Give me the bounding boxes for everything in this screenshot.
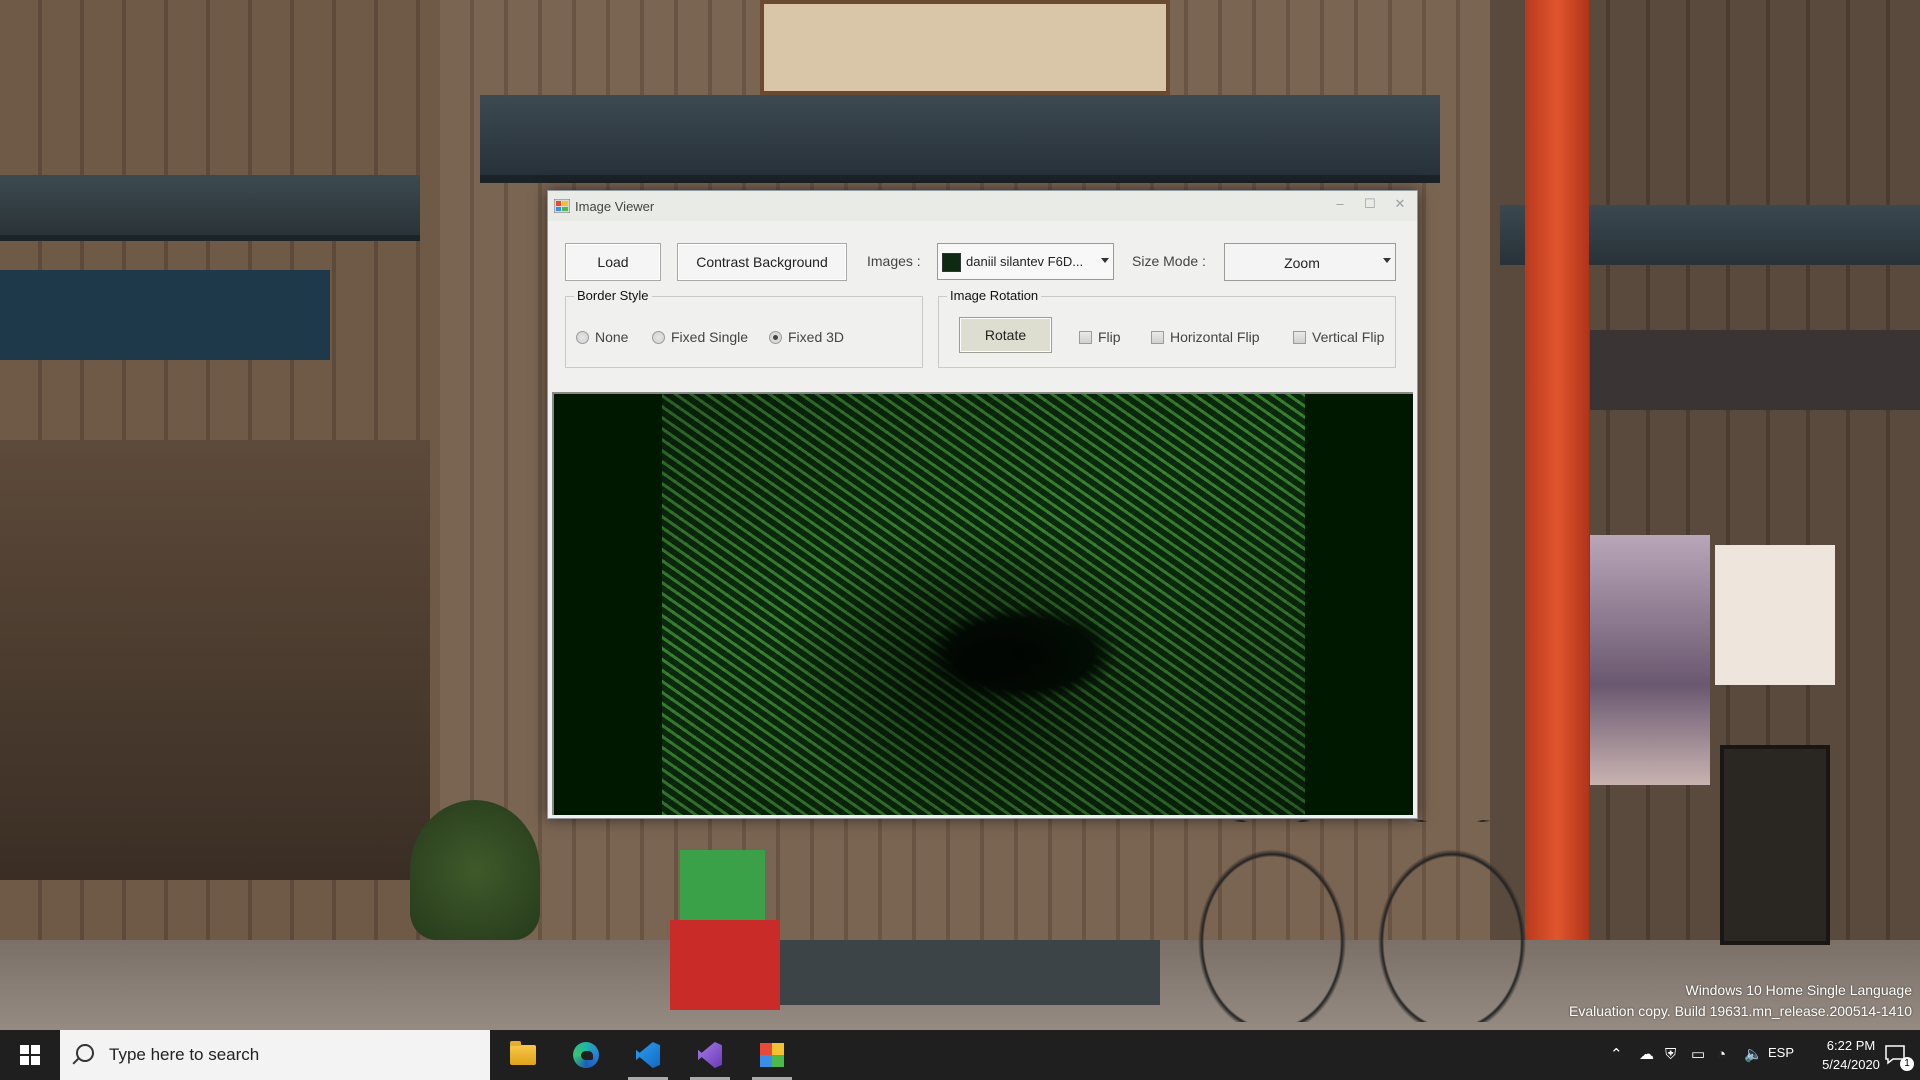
checkbox-flip-label: Flip [1098, 329, 1121, 345]
watermark-edition: Windows 10 Home Single Language [1685, 982, 1912, 998]
radio-circle-icon[interactable] [652, 330, 665, 344]
wallpaper-awning-right [1590, 330, 1920, 410]
minimize-button[interactable]: – [1325, 193, 1355, 215]
image-viewer-icon [760, 1043, 784, 1067]
image-rotation-title: Image Rotation [947, 288, 1042, 303]
visual-studio-icon [698, 1042, 722, 1068]
close-button[interactable]: ✕ [1385, 193, 1415, 215]
clock-date: 5/24/2020 [1822, 1057, 1880, 1072]
wifi-icon[interactable]: ◔ [1717, 1046, 1726, 1064]
edge-icon [573, 1042, 599, 1068]
windows-logo-icon [20, 1045, 40, 1065]
wallpaper-lantern [1720, 745, 1830, 945]
taskbar: Type here to search ⌃ ☁ ⛨ ▭ ◔ 🔈 ESP 6:22… [0, 1030, 1920, 1080]
checkbox-vertical-flip-label: Vertical Flip [1312, 329, 1385, 345]
radio-fixed-single-label: Fixed Single [671, 329, 749, 345]
battery-icon[interactable]: ▭ [1691, 1046, 1705, 1064]
image-viewer-window: Image Viewer – ☐ ✕ Load Contrast Backgro… [547, 190, 1418, 819]
wallpaper-plant [410, 800, 540, 940]
radio-circle-icon[interactable] [576, 330, 589, 344]
wallpaper-green-crate [680, 850, 765, 920]
load-button[interactable]: Load [565, 243, 661, 281]
wallpaper-red-crate [670, 920, 780, 1010]
rotate-button[interactable]: Rotate [959, 317, 1052, 353]
radio-none[interactable]: None [576, 329, 628, 345]
images-label: Images : [867, 253, 921, 269]
taskbar-edge[interactable] [562, 1030, 610, 1080]
checkbox-flip[interactable]: Flip [1079, 329, 1121, 345]
images-dropdown[interactable]: daniil silantev F6D... [937, 243, 1114, 280]
chevron-up-icon[interactable]: ⌃ [1610, 1046, 1623, 1064]
border-style-group: Border Style None Fixed Single Fixed 3D [565, 288, 923, 368]
wallpaper-paper-sign [1715, 545, 1835, 685]
clock[interactable]: 6:22 PM 5/24/2020 [1811, 1036, 1891, 1074]
wallpaper-doormat [780, 940, 1160, 1005]
file-explorer-icon [510, 1041, 536, 1065]
title-bar[interactable]: Image Viewer – ☐ ✕ [548, 191, 1417, 221]
size-mode-value: Zoom [1284, 255, 1320, 271]
wallpaper-noren-curtain [0, 270, 330, 360]
radio-fixed-3d-label: Fixed 3D [788, 329, 845, 345]
wallpaper-signboard [760, 0, 1170, 95]
start-button[interactable] [0, 1030, 60, 1080]
checkbox-vertical-flip[interactable]: Vertical Flip [1293, 329, 1384, 345]
radio-checked-icon[interactable] [769, 330, 782, 344]
taskbar-file-explorer[interactable] [499, 1030, 547, 1080]
radio-fixed-single[interactable]: Fixed Single [652, 329, 748, 345]
security-shield-icon[interactable]: ⛨ [1665, 1046, 1676, 1064]
checkbox-horizontal-flip[interactable]: Horizontal Flip [1151, 329, 1259, 345]
contrast-background-button[interactable]: Contrast Background [677, 243, 847, 281]
notification-count-badge: 1 [1900, 1057, 1914, 1071]
image-thumbnail-swatch [942, 253, 961, 272]
app-icon [554, 199, 570, 213]
watermark-build: Evaluation copy. Build 19631.mn_release.… [1569, 1003, 1912, 1019]
size-mode-dropdown[interactable]: Zoom [1224, 243, 1396, 281]
border-style-title: Border Style [574, 288, 652, 303]
search-placeholder: Type here to search [109, 1045, 260, 1064]
wallpaper-poster [1590, 535, 1710, 785]
wallpaper-roof-left [0, 175, 420, 241]
fern-photo [662, 394, 1305, 815]
checkbox-icon[interactable] [1151, 330, 1164, 344]
taskbar-vscode[interactable] [624, 1030, 672, 1080]
checkbox-icon[interactable] [1079, 330, 1092, 344]
search-box[interactable]: Type here to search [60, 1030, 490, 1080]
search-icon [76, 1044, 94, 1062]
window-title: Image Viewer [575, 199, 655, 214]
wallpaper-shop-interior [0, 440, 430, 880]
checkbox-horizontal-flip-label: Horizontal Flip [1170, 329, 1260, 345]
checkbox-icon[interactable] [1293, 330, 1306, 344]
image-rotation-group: Image Rotation Rotate Flip Horizontal Fl… [938, 288, 1396, 368]
taskbar-visual-studio[interactable] [686, 1030, 734, 1080]
clock-time: 6:22 PM [1826, 1038, 1876, 1053]
maximize-button[interactable]: ☐ [1355, 193, 1385, 215]
vscode-icon [636, 1042, 660, 1068]
picture-box[interactable] [552, 392, 1413, 815]
taskbar-image-viewer[interactable] [748, 1030, 796, 1080]
windows-watermark: Windows 10 Home Single Language Evaluati… [1569, 980, 1912, 1022]
wallpaper-bicycles [1190, 820, 1554, 1024]
radio-none-label: None [595, 329, 629, 345]
onedrive-cloud-icon[interactable]: ☁ [1639, 1046, 1654, 1064]
chevron-down-icon[interactable] [1101, 258, 1109, 263]
wallpaper-roof-center [480, 95, 1440, 183]
input-language[interactable]: ESP [1768, 1045, 1794, 1060]
chevron-down-icon[interactable] [1383, 258, 1391, 263]
size-mode-label: Size Mode : [1132, 253, 1206, 269]
radio-fixed-3d[interactable]: Fixed 3D [769, 329, 844, 345]
volume-icon[interactable]: 🔈 [1744, 1046, 1763, 1064]
images-dropdown-value: daniil silantev F6D... [966, 254, 1084, 269]
